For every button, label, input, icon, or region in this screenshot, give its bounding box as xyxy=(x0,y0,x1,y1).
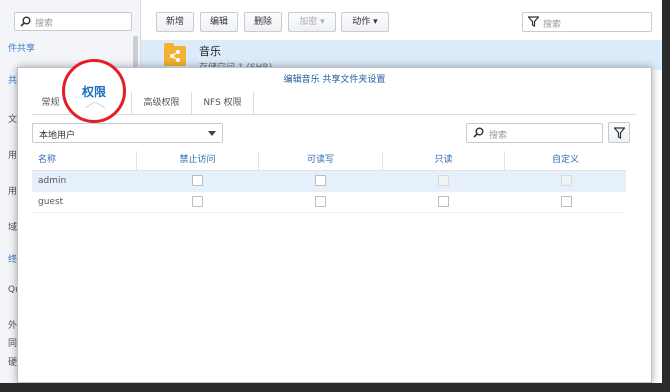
read-only-checkbox[interactable] xyxy=(438,196,449,207)
annotation-circle: 权限 xyxy=(62,59,126,123)
filter-icon xyxy=(527,16,540,30)
toolbar: 新增 编辑 删除 加密 ▾ 动作 ▾ 搜索 xyxy=(141,0,662,40)
folder-name: 音乐 xyxy=(199,45,221,58)
search-icon xyxy=(473,127,484,141)
column-header-read-write[interactable]: 可读写 xyxy=(258,151,382,170)
deny-checkbox[interactable] xyxy=(192,175,203,186)
table-row[interactable]: guest xyxy=(32,192,626,213)
permission-search-input[interactable]: 搜索 xyxy=(466,123,603,143)
tab-nfs-permissions[interactable]: NFS 权限 xyxy=(192,92,254,114)
delete-button[interactable]: 删除 xyxy=(244,12,282,32)
tab-active-indicator xyxy=(85,102,105,108)
filter-button[interactable] xyxy=(608,122,630,143)
deny-checkbox[interactable] xyxy=(192,196,203,207)
sidebar-item-shared-folder[interactable]: 件共享 xyxy=(8,41,35,54)
chevron-down-icon xyxy=(208,131,216,136)
read-only-checkbox[interactable] xyxy=(438,175,449,186)
sidebar-item[interactable]: 域 xyxy=(8,220,17,233)
permissions-table: 名称 禁止访问 可读写 只读 自定义 admin guest xyxy=(32,151,626,213)
custom-checkbox[interactable] xyxy=(561,196,572,207)
column-header-custom[interactable]: 自定义 xyxy=(504,151,626,170)
window-frame-right xyxy=(662,0,670,392)
sidebar-item[interactable]: 同 xyxy=(8,336,17,349)
action-dropdown-button[interactable]: 动作 ▾ xyxy=(341,12,389,32)
custom-checkbox[interactable] xyxy=(561,175,572,186)
sidebar-item[interactable]: 用 xyxy=(8,148,17,161)
sidebar-item[interactable]: 终 xyxy=(8,252,17,265)
toolbar-search-placeholder: 搜索 xyxy=(543,20,562,30)
column-header-deny[interactable]: 禁止访问 xyxy=(136,151,258,170)
sidebar-search-placeholder: 搜索 xyxy=(35,19,54,29)
folder-share-icon xyxy=(164,43,186,66)
create-button[interactable]: 新增 xyxy=(156,12,194,32)
sidebar-item[interactable]: 用 xyxy=(8,184,17,197)
encrypt-dropdown-button[interactable]: 加密 ▾ xyxy=(288,12,336,32)
shared-folder-row[interactable]: 音乐 存储空间 1 (SHR) xyxy=(141,40,662,73)
search-icon xyxy=(20,16,31,30)
filter-icon xyxy=(614,127,625,139)
user-type-select[interactable]: 本地用户 xyxy=(32,123,223,143)
sidebar-item[interactable]: 硬 xyxy=(8,355,17,368)
annotation-label: 权限 xyxy=(81,85,106,99)
tab-advanced-permissions[interactable]: 高级权限 xyxy=(132,92,192,114)
read-write-checkbox[interactable] xyxy=(315,175,326,186)
sidebar-item[interactable]: 外 xyxy=(8,318,17,331)
edit-button[interactable]: 编辑 xyxy=(200,12,238,32)
user-name: guest xyxy=(38,197,64,207)
column-header-read-only[interactable]: 只读 xyxy=(382,151,504,170)
user-type-value: 本地用户 xyxy=(39,131,76,141)
read-write-checkbox[interactable] xyxy=(315,196,326,207)
sidebar-item[interactable]: 共 xyxy=(8,73,17,86)
user-name: admin xyxy=(38,176,67,186)
app-window: 搜索 件共享 共 文件 用 用 域 终 Qu 外 同 硬 新增 编辑 删除 加密… xyxy=(0,0,670,392)
sidebar-search-input[interactable]: 搜索 xyxy=(14,12,132,31)
permission-search-placeholder: 搜索 xyxy=(489,131,508,141)
table-header: 名称 禁止访问 可读写 只读 自定义 xyxy=(32,151,626,171)
window-frame-bottom xyxy=(0,383,670,392)
toolbar-search-input[interactable]: 搜索 xyxy=(522,12,652,32)
table-row[interactable]: admin xyxy=(32,171,626,192)
